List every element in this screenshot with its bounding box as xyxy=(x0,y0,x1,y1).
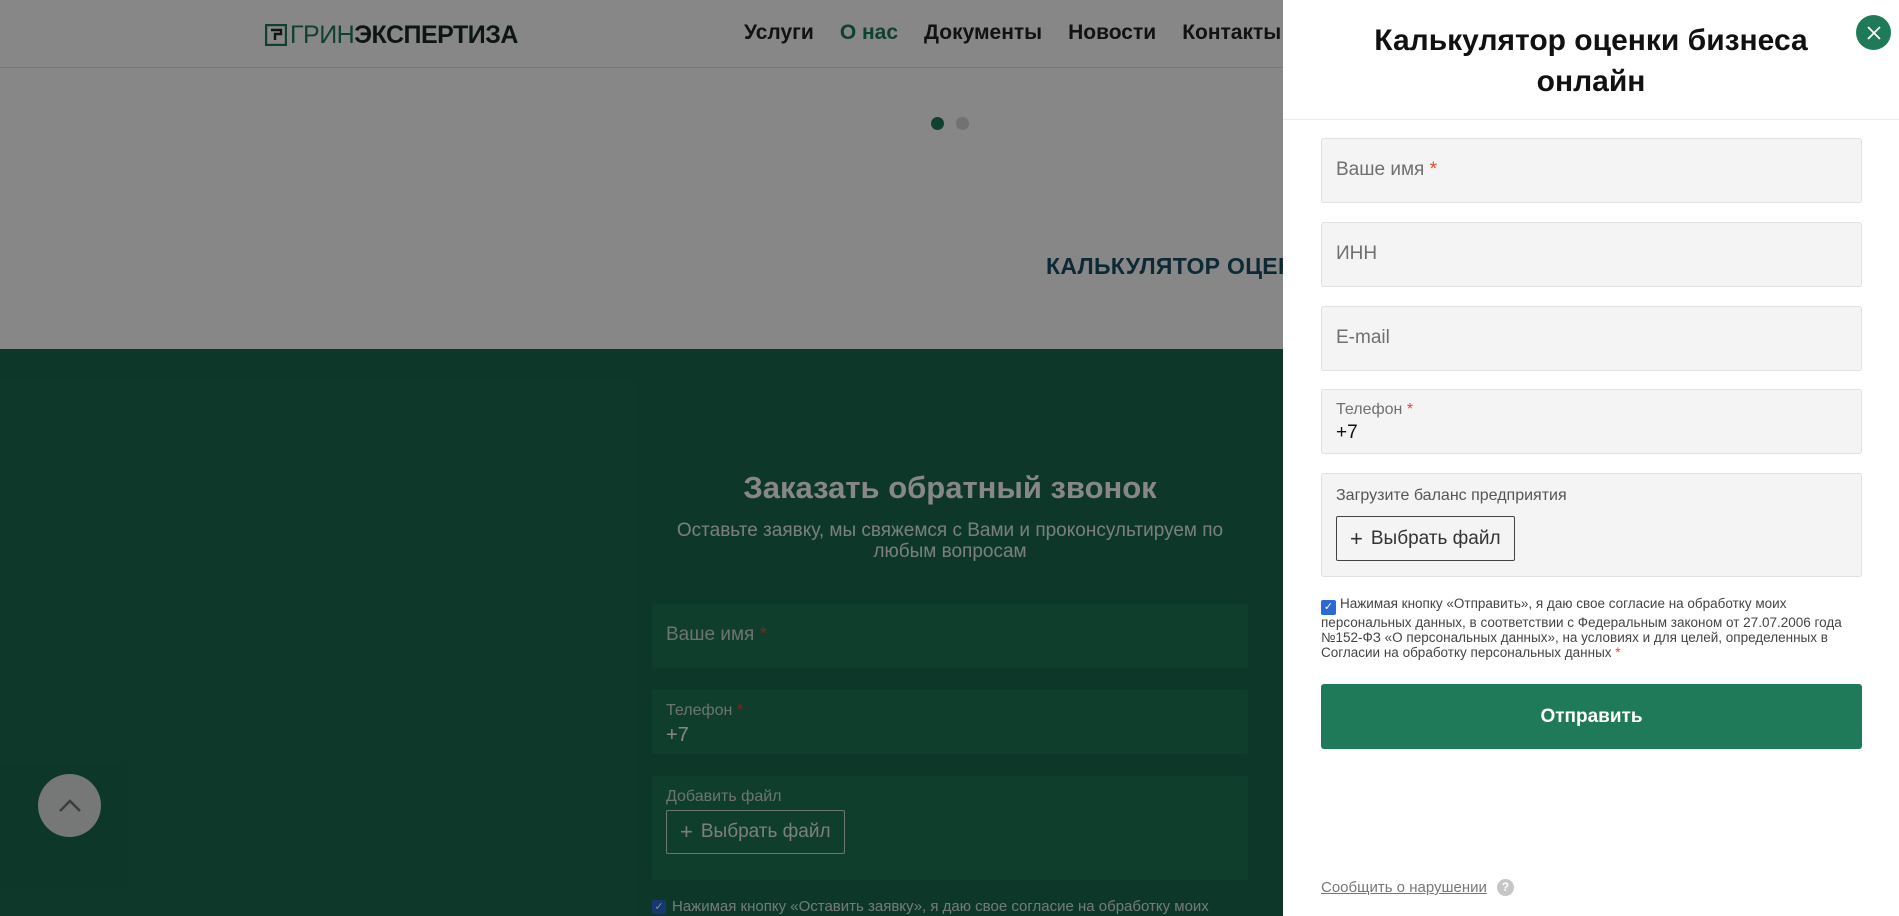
choose-file-button[interactable]: + Выбрать файл xyxy=(1336,516,1515,561)
phone-value: +7 xyxy=(1336,422,1358,443)
report-violation-link[interactable]: Сообщить о нарушении xyxy=(1321,879,1487,896)
close-icon xyxy=(1866,25,1881,40)
inn-placeholder: ИНН xyxy=(1336,243,1378,264)
panel-title: Калькулятор оценки бизнеса онлайн xyxy=(1374,24,1808,98)
checkbox-checked-icon: ✓ xyxy=(1323,601,1334,613)
help-icon[interactable]: ? xyxy=(1496,879,1514,896)
required-mark: * xyxy=(1615,645,1621,660)
plus-icon: + xyxy=(1350,525,1363,551)
email-field[interactable]: E-mail xyxy=(1321,306,1862,371)
name-placeholder: Ваше имя * xyxy=(1336,159,1437,180)
required-mark: * xyxy=(1429,159,1437,180)
close-button[interactable] xyxy=(1856,15,1891,50)
consent-checkbox[interactable]: ✓ xyxy=(1321,600,1336,615)
consent-block: ✓ Нажимая кнопку «Отправить», я даю свое … xyxy=(1321,596,1862,660)
upload-field: Загрузите баланс предприятия + Выбрать ф… xyxy=(1321,473,1862,577)
report-violation: Сообщить о нарушении ? xyxy=(1321,879,1514,896)
required-mark: * xyxy=(1406,401,1414,418)
submit-button[interactable]: Отправить xyxy=(1321,684,1862,749)
phone-label: Телефон * xyxy=(1336,401,1414,418)
upload-label: Загрузите баланс предприятия xyxy=(1336,487,1567,504)
panel-header: Калькулятор оценки бизнеса онлайн xyxy=(1283,0,1899,120)
consent-text: Нажимая кнопку «Отправить», я даю свое с… xyxy=(1321,596,1842,660)
name-field[interactable]: Ваше имя * xyxy=(1321,138,1862,203)
choose-file-label: Выбрать файл xyxy=(1370,527,1501,549)
phone-field[interactable]: Телефон * +7 xyxy=(1321,389,1862,454)
inn-field[interactable]: ИНН xyxy=(1321,222,1862,287)
email-placeholder: E-mail xyxy=(1336,327,1390,348)
